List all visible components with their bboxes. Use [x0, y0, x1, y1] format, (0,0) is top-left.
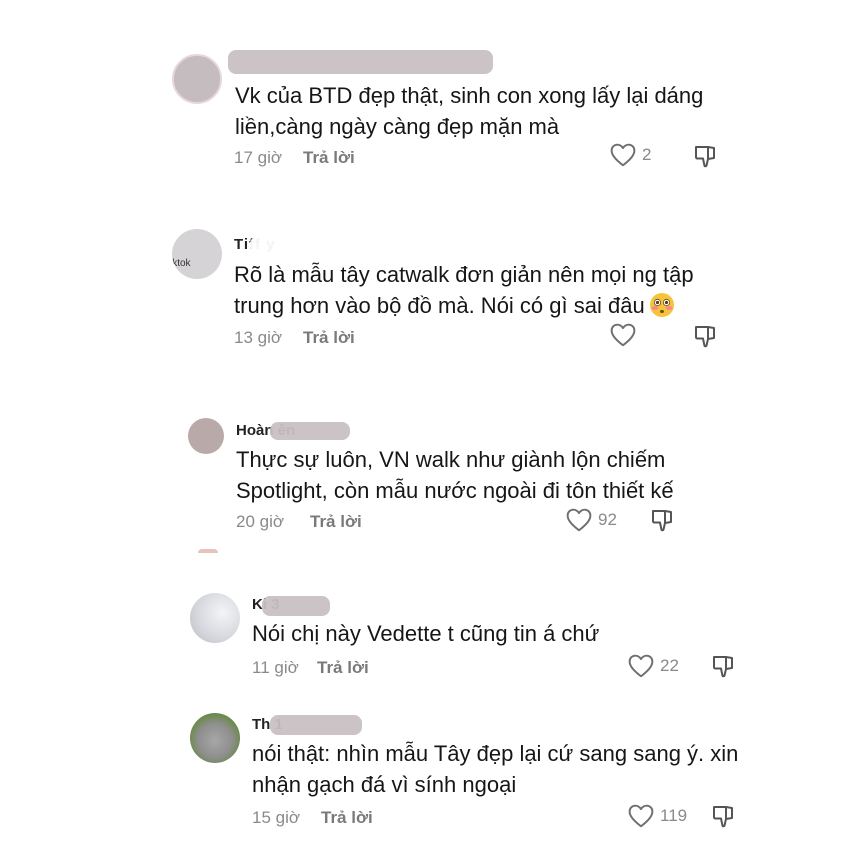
like-count: 22 [660, 656, 679, 675]
comment-2: iktok Tiff y Rõ là mẫu tây catwalk đơn g… [0, 190, 860, 370]
comment-time: 17 giờ [234, 148, 283, 167]
comment-text: nói thật: nhìn mẫu Tây đẹp lại cứ sang s… [252, 738, 738, 800]
comment-text-line: Vk của BTD đẹp thật, sinh con xong lấy l… [235, 83, 704, 108]
avatar[interactable] [188, 418, 224, 454]
comment-time: 20 giờ [236, 512, 285, 531]
like-count: 119 [660, 806, 688, 825]
like-count: 92 [598, 510, 617, 529]
flushed-face-emoji [649, 293, 674, 317]
comment-time: 13 giờ [234, 328, 283, 347]
avatar-text: iktok [172, 258, 191, 269]
thumbs-down-icon [694, 144, 718, 168]
like-count: 2 [642, 145, 652, 164]
username-redaction [270, 715, 362, 735]
dislike-button[interactable] [712, 654, 736, 678]
heart-outline-icon [628, 654, 654, 678]
comment-text: Vk của BTD đẹp thật, sinh con xong lấy l… [235, 80, 703, 142]
thumbs-down-icon [694, 324, 718, 348]
thumbs-down-icon [651, 508, 675, 532]
username-redaction [250, 236, 280, 254]
comment-text-line: liền,càng ngày càng đẹp mặn mà [235, 114, 560, 139]
reply-button[interactable]: Trả lời [303, 148, 355, 168]
like-button[interactable] [610, 323, 642, 347]
reply-button[interactable]: Trả lời [303, 328, 355, 348]
thumbs-down-icon [712, 654, 736, 678]
reply-button[interactable]: Trả lời [321, 808, 373, 828]
comment-3: Hoàn ên Thực sự luôn, VN walk như giành … [0, 400, 860, 550]
dislike-button[interactable] [651, 508, 675, 532]
comment-text-line: trung hơn vào bộ đồ mà. Nói có gì sai đâ… [234, 290, 694, 321]
avatar[interactable] [172, 54, 222, 104]
thumbs-down-icon [712, 804, 736, 828]
avatar[interactable]: iktok [172, 229, 222, 279]
like-button[interactable]: 119 [628, 804, 687, 828]
comment-text-line: Nói chị này Vedette t cũng tin á chứ [252, 621, 600, 646]
comment-text-line: nói thật: nhìn mẫu Tây đẹp lại cứ sang s… [252, 741, 739, 766]
dislike-button[interactable] [694, 144, 718, 168]
username-redaction [270, 422, 350, 440]
heart-outline-icon [628, 804, 654, 828]
dislike-button[interactable] [694, 324, 718, 348]
comment-text-line: Rõ là mẫu tây catwalk đơn giản nên mọi n… [234, 262, 694, 287]
like-button[interactable]: 2 [610, 143, 651, 167]
username-redaction [262, 596, 330, 616]
comment-text-segment: trung hơn vào bộ đồ mà. Nói có gì sai đâ… [234, 293, 645, 318]
heart-outline-icon [566, 508, 592, 532]
reply-button[interactable]: Trả lời [310, 512, 362, 532]
comment-time: 15 giờ [252, 808, 301, 827]
comment-5: Th 1 nói thật: nhìn mẫu Tây đẹp lại cứ s… [0, 700, 860, 850]
clipped-avatar-fragment [198, 549, 218, 553]
dislike-button[interactable] [712, 804, 736, 828]
avatar[interactable] [190, 713, 240, 763]
comment-time: 11 giờ [252, 658, 299, 677]
comment-text-line: Spotlight, còn mẫu nước ngoài đi tôn thi… [236, 478, 674, 503]
like-button[interactable]: 92 [566, 508, 617, 532]
comment-1: Vk của BTD đẹp thật, sinh con xong lấy l… [0, 0, 860, 190]
comment-4: Ki 3 Nói chị này Vedette t cũng tin á ch… [0, 580, 860, 690]
heart-outline-icon [610, 143, 636, 167]
comment-text: Thực sự luôn, VN walk như giành lộn chiế… [236, 444, 674, 506]
heart-outline-icon [610, 323, 636, 347]
comment-text: Nói chị này Vedette t cũng tin á chứ [252, 618, 599, 649]
reply-button[interactable]: Trả lời [317, 658, 369, 678]
comment-text-line: nhận gạch đá vì sính ngoại [252, 772, 517, 797]
username-redaction [228, 50, 493, 74]
avatar[interactable] [190, 593, 240, 643]
like-button[interactable]: 22 [628, 654, 679, 678]
comment-text-line: Thực sự luôn, VN walk như giành lộn chiế… [236, 447, 666, 472]
comment-text: Rõ là mẫu tây catwalk đơn giản nên mọi n… [234, 259, 694, 321]
